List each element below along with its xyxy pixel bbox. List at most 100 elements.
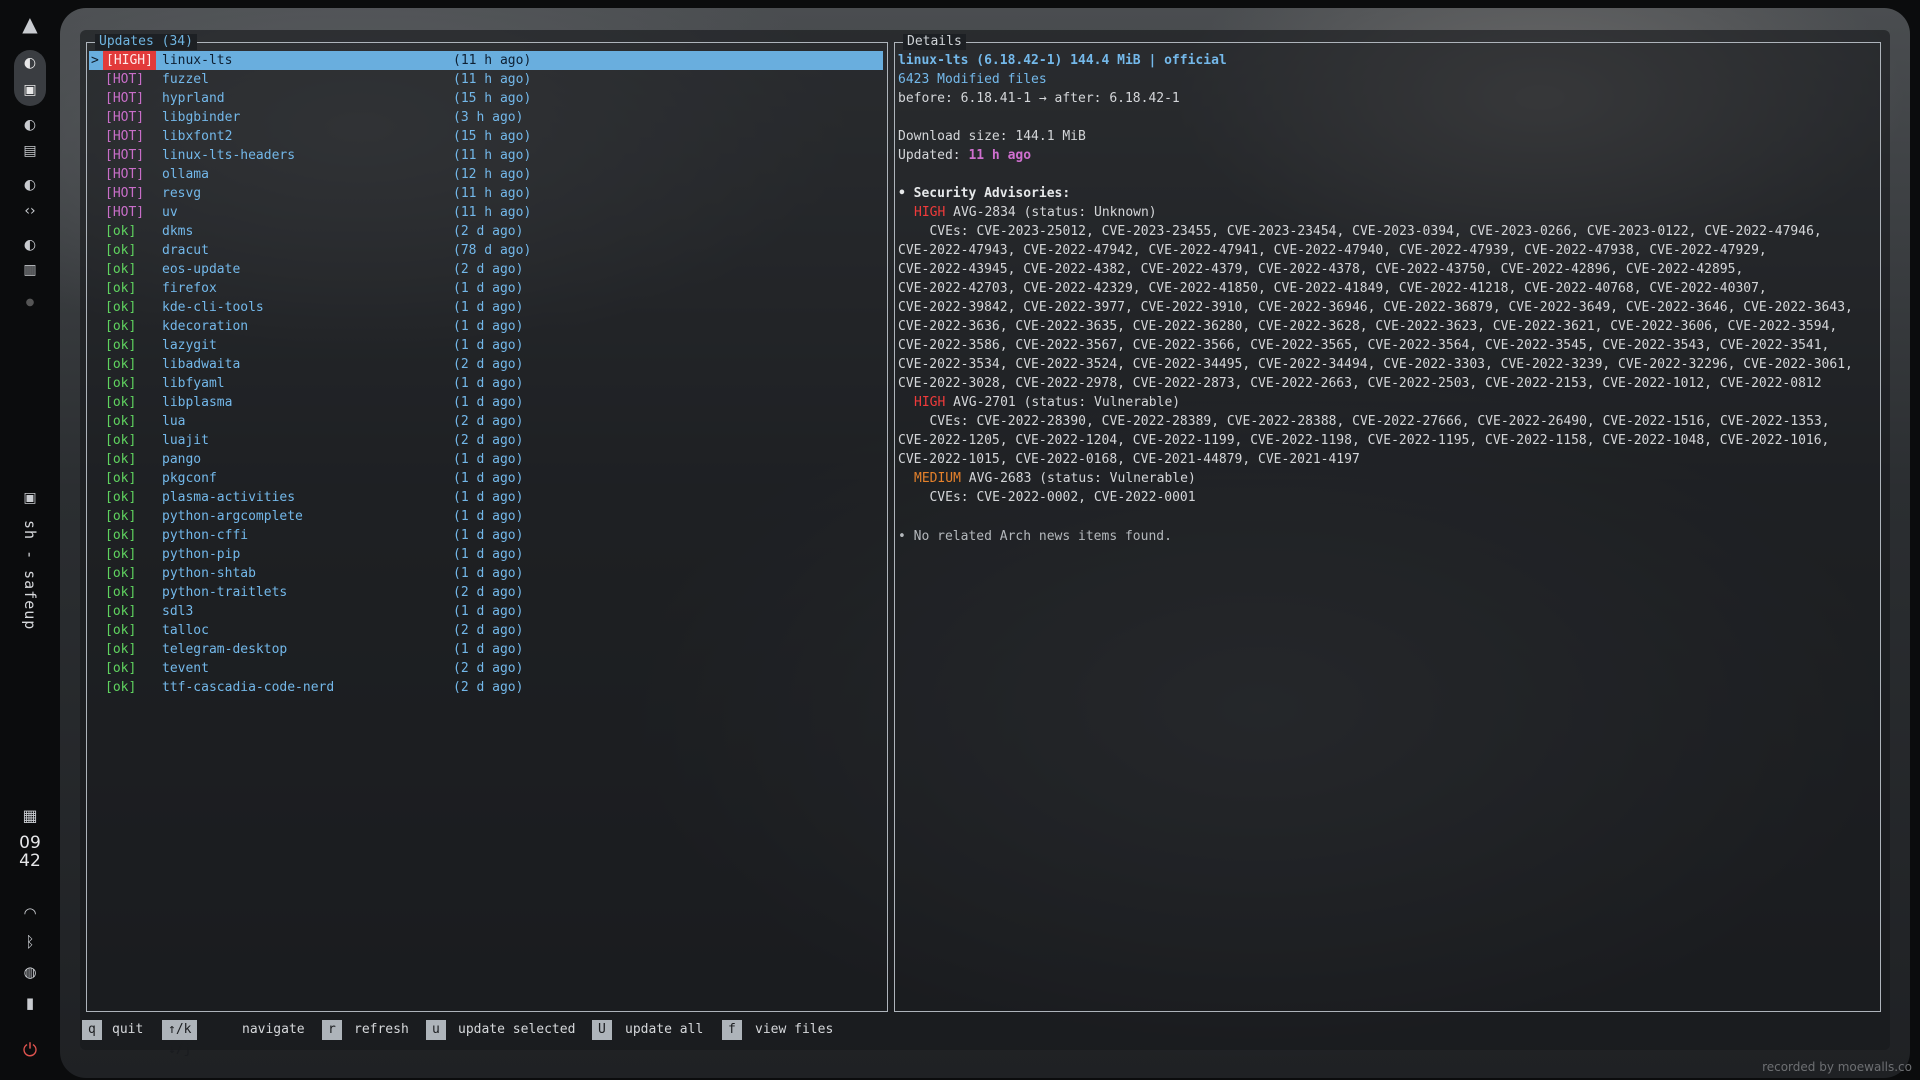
update-row[interactable]: [ok] libplasma (1 d ago) xyxy=(89,393,883,412)
workspace-dot-icon[interactable]: ● xyxy=(0,297,60,308)
package-name: lazygit xyxy=(162,338,217,353)
update-row[interactable]: [ok] ttf-cascadia-code-nerd (2 d ago) xyxy=(89,678,883,697)
updated-value: 11 h ago xyxy=(968,148,1032,163)
update-row[interactable]: [ok] kde-cli-tools (1 d ago) xyxy=(89,298,883,317)
package-name: linux-lts-headers xyxy=(162,148,296,163)
update-row[interactable]: [HOT] resvg (11 h ago) xyxy=(89,184,883,203)
update-row[interactable]: [HOT] fuzzel (11 h ago) xyxy=(89,70,883,89)
update-row[interactable]: [ok] sdl3 (1 d ago) xyxy=(89,602,883,621)
moon-icon[interactable]: ◐ xyxy=(0,237,60,253)
moon-icon[interactable]: ◐ xyxy=(0,177,60,193)
priority-badge: [ok] xyxy=(105,376,137,391)
package-name: tevent xyxy=(162,661,209,676)
update-age: (2 d ago) xyxy=(453,414,524,429)
update-row[interactable]: [HOT] ollama (12 h ago) xyxy=(89,165,883,184)
update-row[interactable]: > [HIGH] linux-lts (11 h ago) xyxy=(89,51,883,70)
code-icon[interactable]: ‹› xyxy=(0,203,60,219)
package-name: pkgconf xyxy=(162,471,217,486)
cve-list-line: CVE-2022-42703, CVE-2022-42329, CVE-2022… xyxy=(898,281,1767,296)
package-name: python-cffi xyxy=(162,528,249,543)
terminal-icon: ▣ xyxy=(23,490,37,506)
update-age: (1 d ago) xyxy=(453,547,524,562)
priority-badge: [ok] xyxy=(105,300,137,315)
update-row[interactable]: [ok] dracut (78 d ago) xyxy=(89,241,883,260)
update-row[interactable]: [ok] lua (2 d ago) xyxy=(89,412,883,431)
package-name: python-argcomplete xyxy=(162,509,303,524)
moon-icon[interactable]: ◐ xyxy=(0,55,60,71)
update-age: (1 d ago) xyxy=(453,319,524,334)
update-row[interactable]: [ok] python-argcomplete (1 d ago) xyxy=(89,507,883,526)
update-row[interactable]: [ok] python-shtab (1 d ago) xyxy=(89,564,883,583)
update-row[interactable]: [ok] python-pip (1 d ago) xyxy=(89,545,883,564)
update-age: (2 d ago) xyxy=(453,623,524,638)
update-row[interactable]: [ok] lazygit (1 d ago) xyxy=(89,336,883,355)
moon-icon[interactable]: ◐ xyxy=(0,117,60,133)
modified-files-link[interactable]: 6423 Modified files xyxy=(898,70,1047,89)
key-refresh-button[interactable]: r xyxy=(322,1020,342,1040)
update-row[interactable]: [ok] libadwaita (2 d ago) xyxy=(89,355,883,374)
update-age: (1 d ago) xyxy=(453,338,524,353)
cve-list-line: CVE-2022-3028, CVE-2022-2978, CVE-2022-2… xyxy=(898,376,1822,391)
priority-badge: [ok] xyxy=(105,471,137,486)
mouse-icon[interactable]: ◍ xyxy=(0,963,60,981)
key-quit-button[interactable]: q xyxy=(82,1020,102,1040)
update-age: (2 d ago) xyxy=(453,585,524,600)
package-name: talloc xyxy=(162,623,209,638)
update-row[interactable]: [HOT] hyprland (15 h ago) xyxy=(89,89,883,108)
update-row[interactable]: [ok] eos-update (2 d ago) xyxy=(89,260,883,279)
update-row[interactable]: [HOT] uv (11 h ago) xyxy=(89,203,883,222)
launcher-icon[interactable]: ▲ xyxy=(0,12,60,36)
power-icon[interactable]: ⏻ xyxy=(0,1040,60,1061)
update-row[interactable]: [HOT] linux-lts-headers (11 h ago) xyxy=(89,146,883,165)
package-name: resvg xyxy=(162,186,202,201)
update-age: (78 d ago) xyxy=(453,243,532,258)
update-age: (12 h ago) xyxy=(453,167,532,182)
update-row[interactable]: [ok] pango (1 d ago) xyxy=(89,450,883,469)
update-age: (1 d ago) xyxy=(453,490,524,505)
update-age: (2 d ago) xyxy=(453,661,524,676)
update-age: (2 d ago) xyxy=(453,224,524,239)
cve-list-line: CVE-2022-1015, CVE-2022-0168, CVE-2021-4… xyxy=(898,452,1360,467)
key-label: update selected xyxy=(458,1022,576,1037)
update-row[interactable]: [ok] luajit (2 d ago) xyxy=(89,431,883,450)
details-panel-title: Details xyxy=(903,34,966,50)
priority-badge: [HOT] xyxy=(105,110,145,125)
update-row[interactable]: [ok] python-cffi (1 d ago) xyxy=(89,526,883,545)
battery-icon[interactable]: ▮ xyxy=(0,994,60,1012)
package-name: kdecoration xyxy=(162,319,249,334)
update-row[interactable]: [HOT] libgbinder (3 h ago) xyxy=(89,108,883,127)
update-age: (11 h ago) xyxy=(453,148,532,163)
key-update-selected-button[interactable]: u xyxy=(426,1020,446,1040)
files-icon[interactable]: ▥ xyxy=(0,262,60,278)
wifi-icon[interactable]: ◠ xyxy=(0,904,60,922)
update-row[interactable]: [ok] telegram-desktop (1 d ago) xyxy=(89,640,883,659)
update-row[interactable]: [ok] libfyaml (1 d ago) xyxy=(89,374,883,393)
key-update-all-button[interactable]: U xyxy=(592,1020,612,1040)
terminal-icon[interactable]: ▣ xyxy=(0,82,60,98)
cve-list-line: CVE-2022-1205, CVE-2022-1204, CVE-2022-1… xyxy=(898,433,1830,448)
update-row[interactable]: [ok] pkgconf (1 d ago) xyxy=(89,469,883,488)
update-row[interactable]: [ok] plasma-activities (1 d ago) xyxy=(89,488,883,507)
calendar-icon[interactable]: ▦ xyxy=(0,806,60,825)
browser-icon[interactable]: ▤ xyxy=(0,143,60,159)
update-row[interactable]: [ok] kdecoration (1 d ago) xyxy=(89,317,883,336)
bluetooth-icon[interactable]: ᛒ xyxy=(0,933,60,951)
package-name: ttf-cascadia-code-nerd xyxy=(162,680,335,695)
key-label: update all xyxy=(625,1022,704,1037)
key-navigate-button[interactable]: ↑/k ↓/j xyxy=(162,1020,198,1057)
update-row[interactable]: [ok] python-traitlets (2 d ago) xyxy=(89,583,883,602)
update-row[interactable]: [HOT] libxfont2 (15 h ago) xyxy=(89,127,883,146)
update-age: (1 d ago) xyxy=(453,452,524,467)
key-view-files-button[interactable]: f xyxy=(722,1020,742,1040)
clock-hour: 09 xyxy=(19,833,41,853)
update-row[interactable]: [ok] tevent (2 d ago) xyxy=(89,659,883,678)
update-age: (1 d ago) xyxy=(453,300,524,315)
update-age: (3 h ago) xyxy=(453,110,524,125)
update-row[interactable]: [ok] firefox (1 d ago) xyxy=(89,279,883,298)
update-row[interactable]: [ok] dkms (2 d ago) xyxy=(89,222,883,241)
update-row[interactable]: [ok] talloc (2 d ago) xyxy=(89,621,883,640)
priority-badge: [ok] xyxy=(105,566,137,581)
cve-list-line: CVEs: CVE-2022-0002, CVE-2022-0001 xyxy=(906,490,1196,505)
advisory-header: HIGH AVG-2701 (status: Vulnerable) xyxy=(914,393,1180,412)
update-age: (15 h ago) xyxy=(453,91,532,106)
